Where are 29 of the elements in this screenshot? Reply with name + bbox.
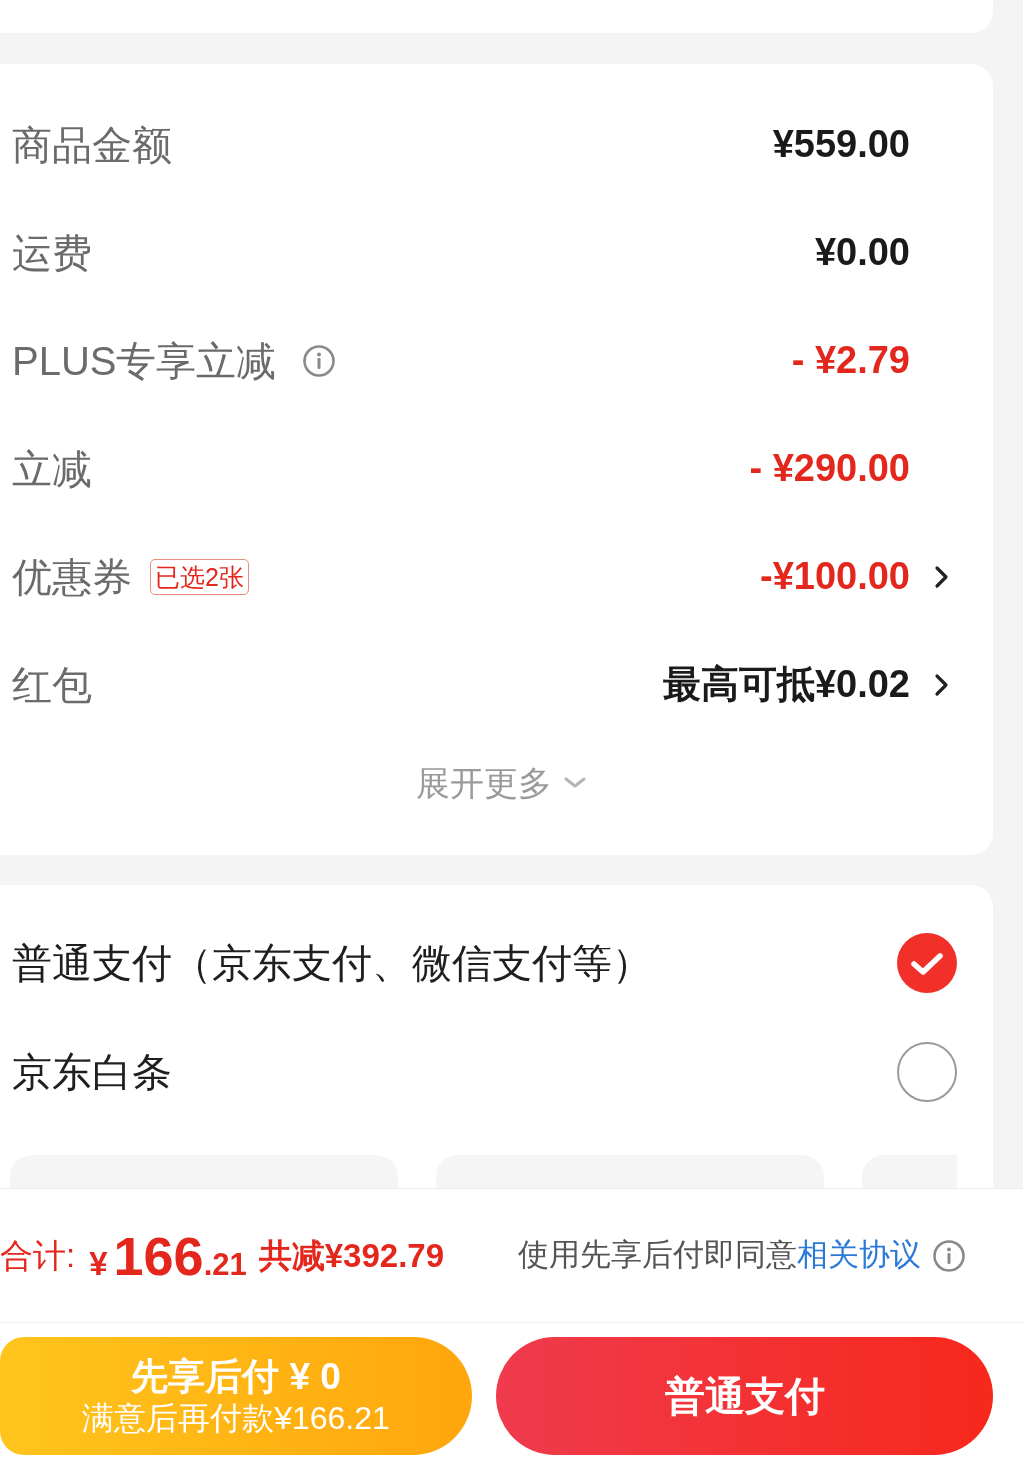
pay-button[interactable]: 普通支付 [496, 1337, 993, 1455]
info-icon[interactable] [933, 1239, 965, 1272]
agreement-link[interactable]: 相关协议 [797, 1237, 921, 1273]
price-value: - ¥2.79 [791, 338, 910, 384]
price-label: 优惠券 [12, 554, 132, 601]
price-value: ¥0.00 [814, 230, 910, 276]
price-label: PLUS专享立减 [12, 338, 277, 385]
info-icon[interactable] [302, 345, 335, 377]
agreement-text: 使用先享后付即同意相关协议 [518, 1236, 921, 1275]
price-value: 最高可抵¥0.02 [662, 662, 910, 708]
price-label: 运费 [12, 230, 92, 277]
price-label: 商品金额 [12, 122, 172, 169]
payment-option-label: 京东白条 [12, 1048, 172, 1096]
radio-button[interactable] [897, 1041, 957, 1102]
price-label: 立减 [12, 446, 92, 493]
price-value: -¥100.00 [760, 554, 910, 600]
price-value: ¥559.00 [772, 122, 910, 168]
expand-more-button[interactable]: 展开更多 [411, 762, 590, 804]
selected-count-tag: 已选2张 [150, 558, 249, 596]
discount-total: 共减¥392.79 [258, 1235, 445, 1276]
chevron-down-icon[interactable] [563, 777, 586, 789]
chevron-right-icon[interactable] [934, 673, 949, 697]
chevron-right-icon[interactable] [934, 565, 949, 589]
price-label: 红包 [12, 662, 92, 709]
total-label: 合计: [0, 1235, 76, 1276]
radio-button[interactable] [897, 932, 957, 993]
price-value: - ¥290.00 [749, 446, 910, 492]
payment-option-label: 普通支付（京东支付、微信支付等） [12, 939, 652, 987]
total-amount: ¥166.21 [89, 1228, 247, 1283]
